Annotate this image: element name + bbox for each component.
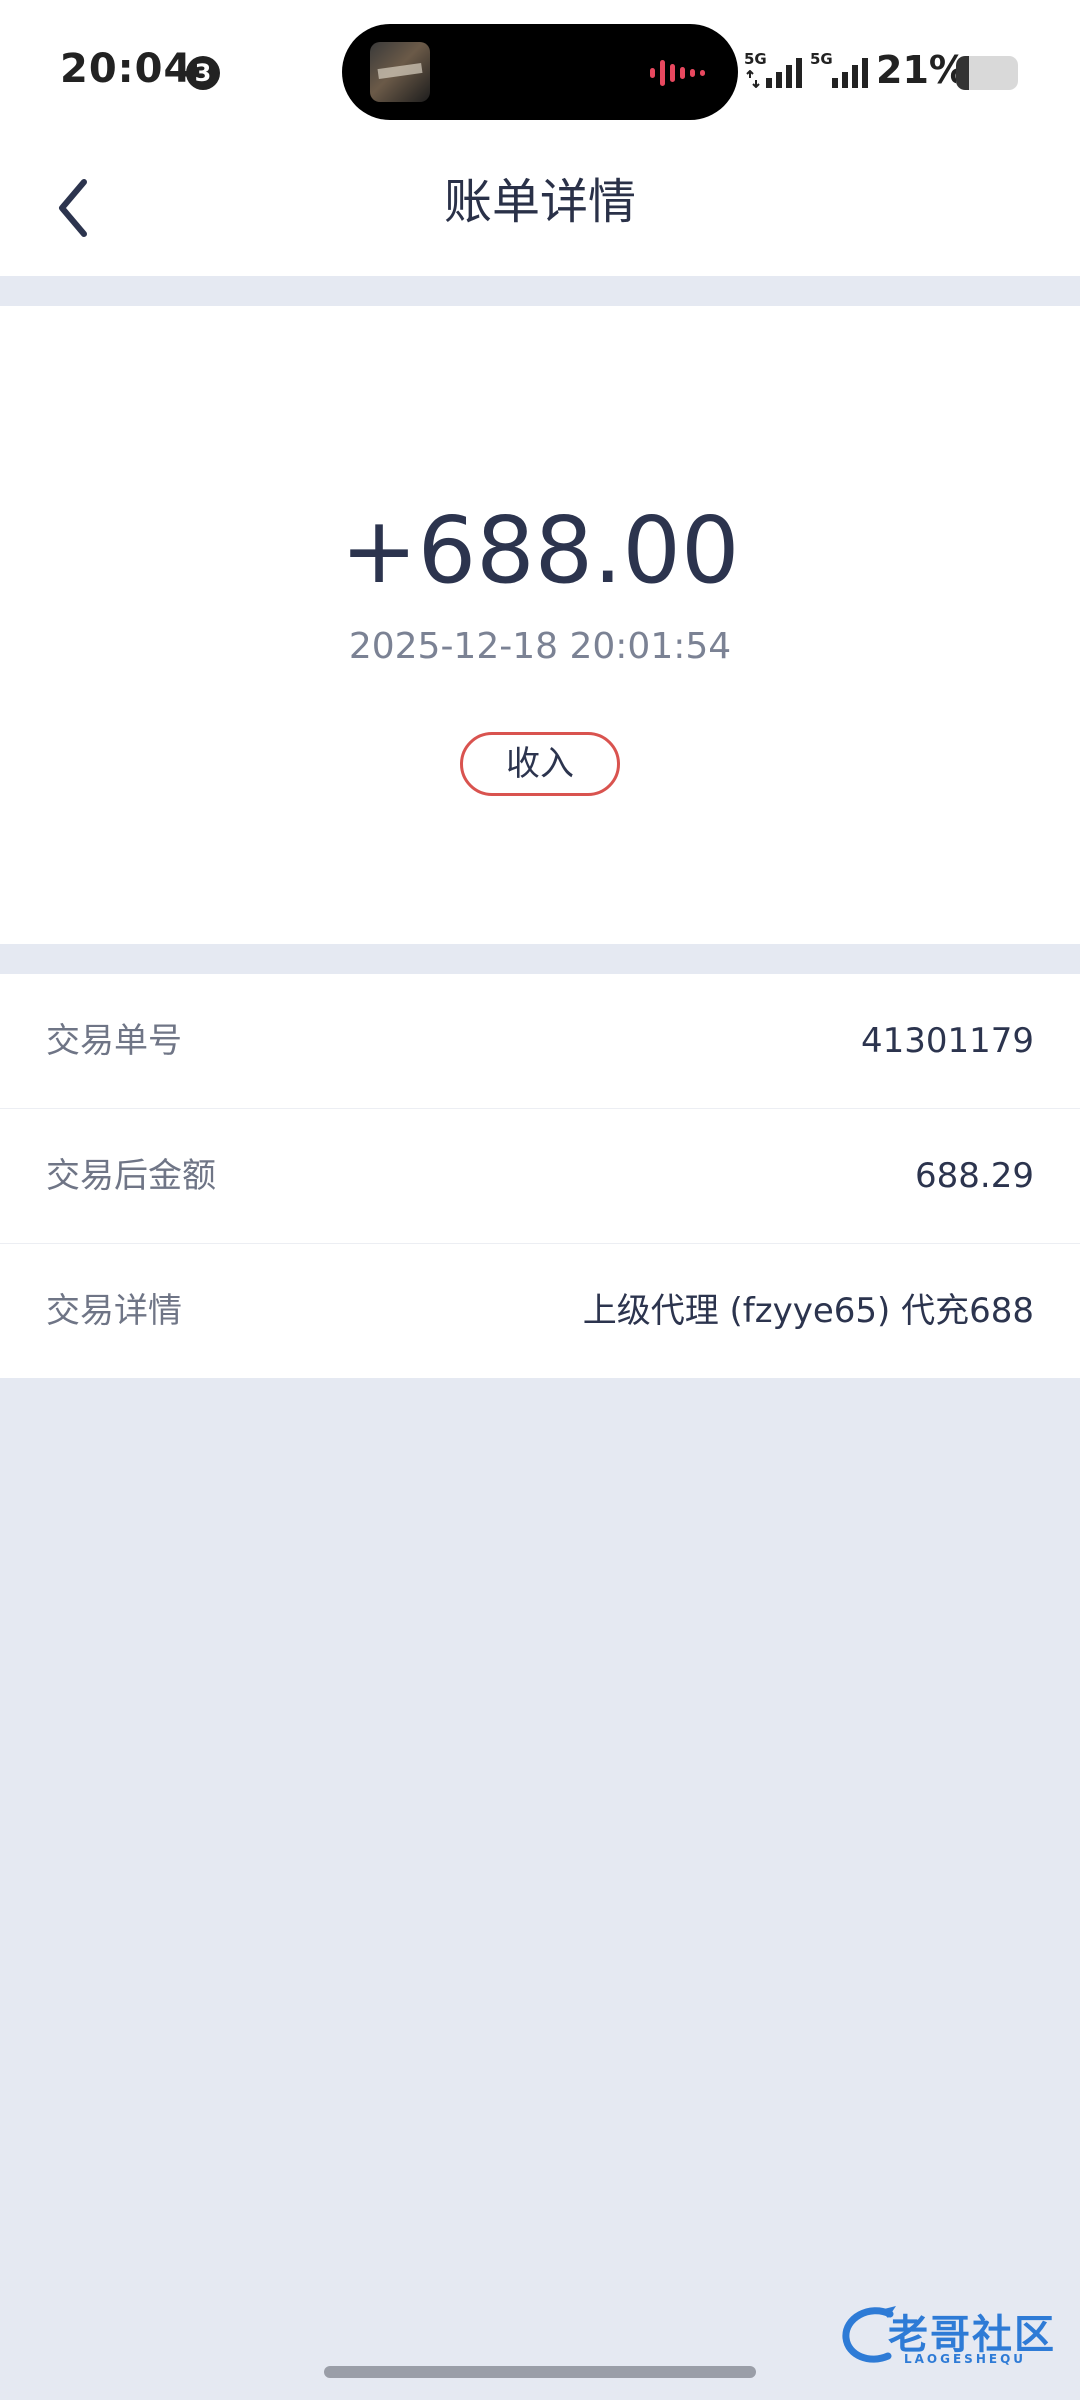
transaction-summary-card: +688.00 2025-12-18 20:01:54 收入 [0,306,1080,944]
site-watermark: 老哥社区 LAOGESHEQU [840,2300,1070,2370]
network-type-label: 5G [810,50,833,68]
dynamic-island[interactable] [342,24,738,120]
data-arrows-icon [746,70,760,88]
status-time: 20:04 [60,46,193,92]
signal-bars-icon [766,58,802,88]
battery-percentage: 21% [876,48,967,92]
home-indicator[interactable] [324,2366,756,2378]
signal-bars-icon [832,58,868,88]
audio-waveform-icon [650,60,705,86]
detail-value: 41301179 [860,1021,1034,1061]
detail-value: 上级代理 (fzyye65) 代充688 [582,1291,1034,1331]
network-type-label: 5G [744,50,767,68]
back-button[interactable] [40,168,120,248]
chevron-left-icon [59,179,87,237]
bill-detail-screen: 20:04 3 5G 5G 21% 账单详情 +688.00 2025-12-1… [0,0,1080,2400]
watermark-subtext: LAOGESHEQU [904,2352,1027,2366]
detail-label: 交易后金额 [46,1156,216,1196]
detail-label: 交易单号 [46,1021,182,1061]
detail-row-balance-after: 交易后金额 688.29 [0,1109,1080,1244]
transaction-amount: +688.00 [340,497,740,604]
battery-level-fill [956,56,970,90]
transaction-type-badge: 收入 [460,732,620,796]
detail-row-order-number: 交易单号 41301179 [0,974,1080,1109]
status-bar: 20:04 3 5G 5G 21% [0,0,1080,140]
transaction-datetime: 2025-12-18 20:01:54 [348,626,732,667]
page-title: 账单详情 [443,174,636,230]
cellular-signal-1: 5G [744,50,810,90]
notification-count-badge: 3 [186,56,220,90]
cellular-signal-2: 5G [810,50,876,90]
battery-icon [956,56,1018,90]
now-playing-artwork [370,42,430,102]
transaction-detail-list: 交易单号 41301179 交易后金额 688.29 交易详情 上级代理 (fz… [0,974,1080,1378]
detail-value: 688.29 [915,1156,1034,1196]
detail-row-description: 交易详情 上级代理 (fzyye65) 代充688 [0,1244,1080,1378]
detail-label: 交易详情 [46,1291,182,1331]
navigation-bar: 账单详情 [0,140,1080,276]
